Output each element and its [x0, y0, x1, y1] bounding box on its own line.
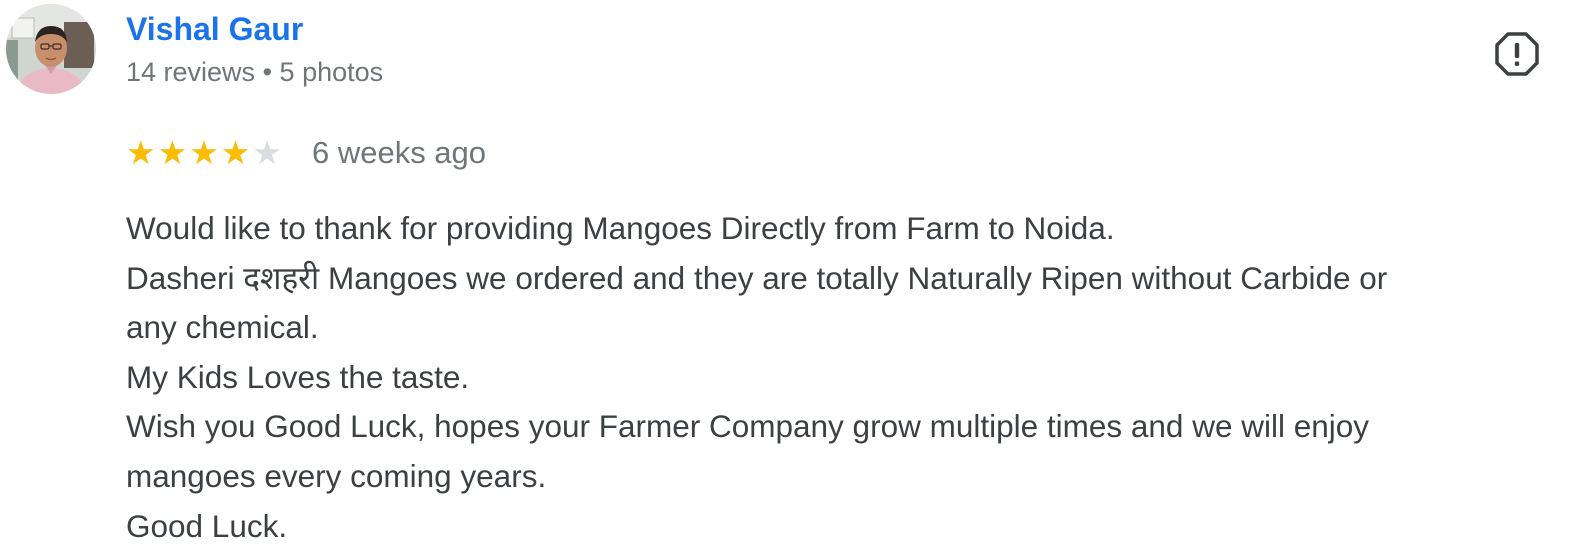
review-text-line: any chemical.: [126, 309, 319, 346]
review-date: 6 weeks ago: [311, 135, 487, 170]
meta-separator: •: [262, 57, 273, 87]
review-text-line: Good Luck.: [126, 507, 288, 544]
review-text: Would like to thank for providing Mangoe…: [126, 204, 1566, 551]
star-filled-icon: ★: [126, 134, 156, 171]
photo-count: 5 photos: [279, 57, 384, 87]
review-text-line: mangoes every coming years.: [126, 457, 547, 494]
star-filled-icon: ★: [189, 134, 219, 171]
star-filled-icon: ★: [157, 134, 188, 171]
review-text-line: Would like to thank for providing Mangoe…: [126, 210, 1115, 246]
review-count: 14 reviews: [126, 57, 256, 87]
author-meta: 14 reviews • 5 photos: [126, 55, 383, 89]
review-text-line: My Kids Loves the taste.: [126, 358, 470, 395]
report-flag-icon: [1495, 32, 1539, 76]
avatar-photo-icon: [6, 4, 96, 94]
review-text-line: Wish you Good Luck, hopes your Farmer Co…: [126, 408, 1370, 445]
author-name-link[interactable]: Vishal Gaur: [126, 10, 303, 48]
star-empty-icon: ★: [252, 134, 282, 171]
review-card: Vishal Gaur 14 reviews • 5 photos ★ ★ ★ …: [0, 0, 1586, 549]
report-button[interactable]: [1493, 30, 1541, 78]
star-filled-icon: ★: [220, 134, 251, 171]
rating-row: ★ ★ ★ ★ ★ 6 weeks ago: [126, 133, 486, 173]
star-rating: ★ ★ ★ ★ ★: [126, 135, 282, 171]
avatar[interactable]: [6, 4, 96, 94]
review-text-line: Dasheri दशहरी Mangoes we ordered and the…: [126, 259, 1388, 296]
